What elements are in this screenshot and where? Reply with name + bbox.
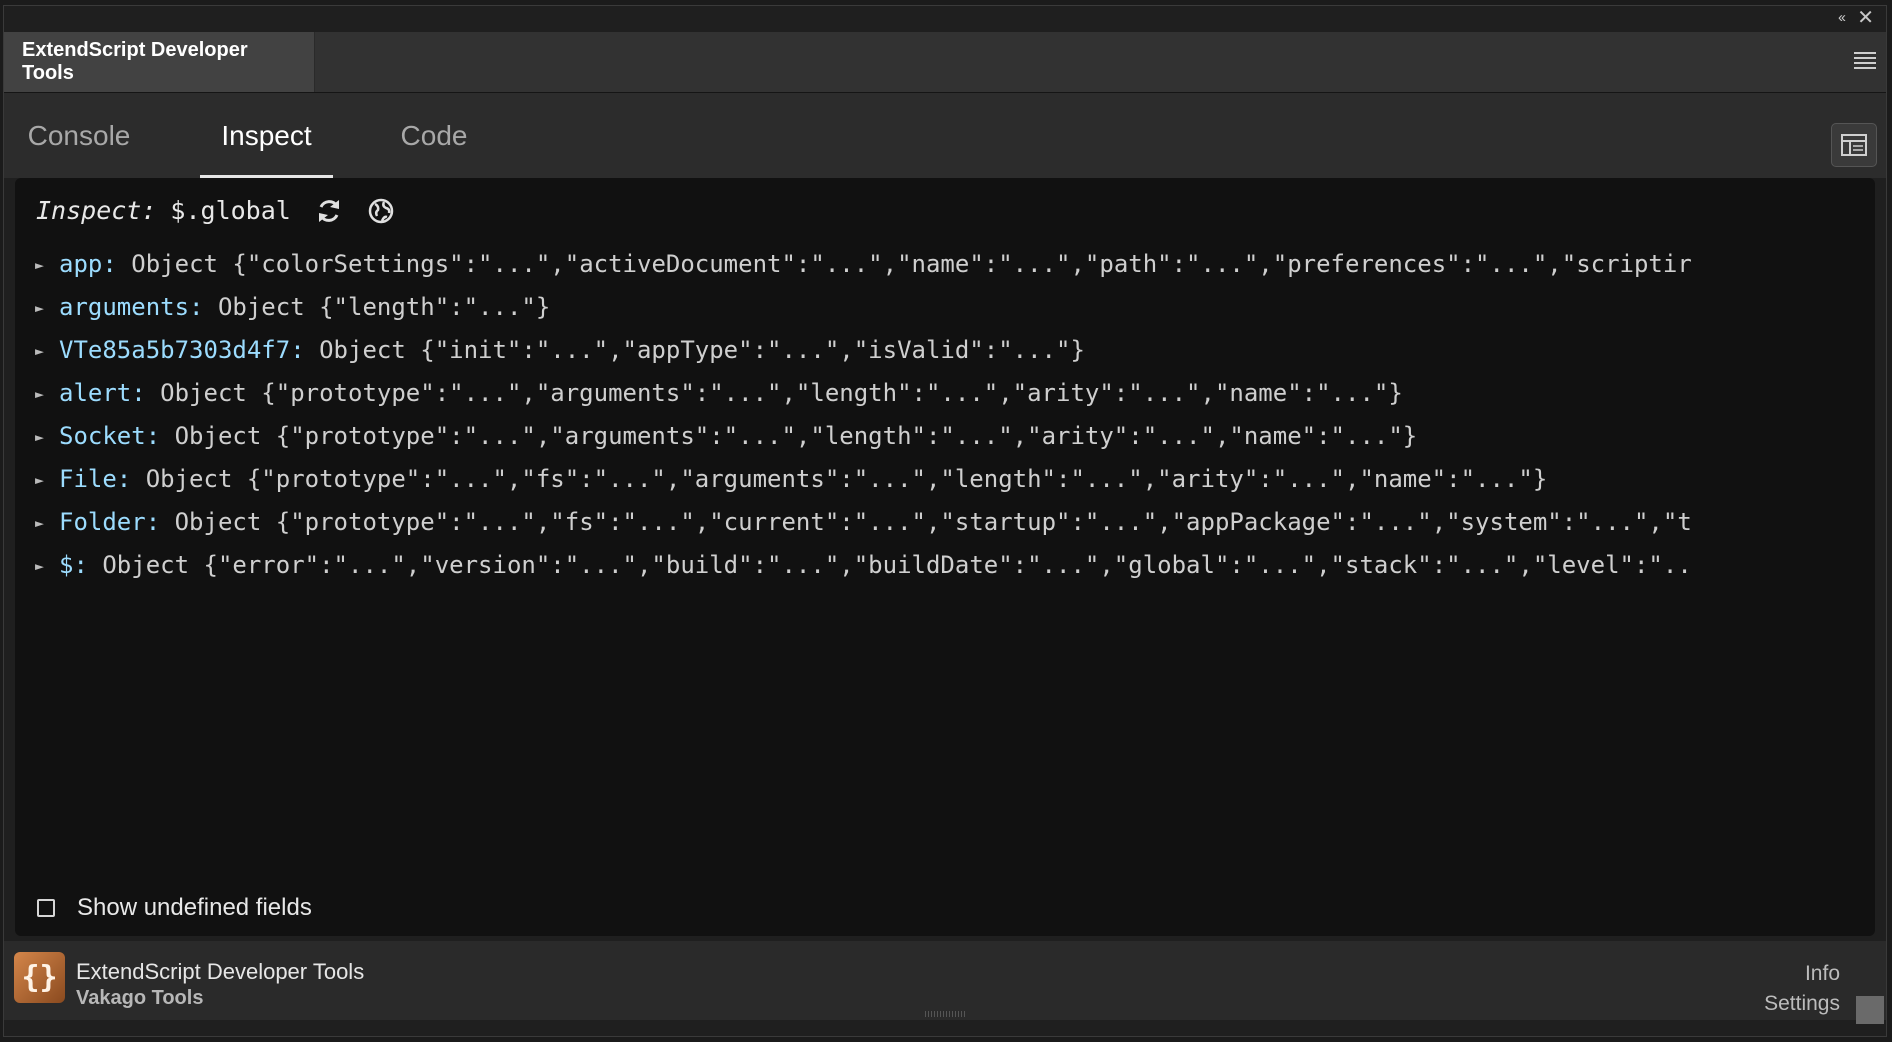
tree-value: Object {"prototype":"...","arguments":".…: [174, 422, 1418, 450]
tree-key: $: [59, 551, 74, 579]
tree-row-alert[interactable]: ► alert: Object {"prototype":"...","argum…: [35, 372, 1815, 415]
tree-key: Socket: [59, 422, 146, 450]
show-undefined-checkbox[interactable]: [37, 899, 55, 917]
close-panel-button[interactable]: ✕: [1857, 8, 1874, 28]
tree-value: Object {"length":"..."}: [217, 293, 551, 321]
inspect-target: $.global: [170, 196, 291, 225]
footer: {} ExtendScript Developer Tools Vakago T…: [4, 941, 1886, 1024]
tree-value: Object {"prototype":"...","arguments":".…: [160, 379, 1403, 407]
tab-code[interactable]: Code: [389, 93, 479, 178]
tree-row-folder[interactable]: ► Folder: Object {"prototype":"...","fs":…: [35, 501, 1815, 544]
inspect-panel: Inspect: $.global ► app: Object {"colorSe…: [15, 178, 1875, 936]
tree-key: VTe85a5b7303d4f7: [59, 336, 291, 364]
layout-toggle-button[interactable]: [1831, 123, 1877, 167]
expand-arrow-icon[interactable]: ►: [35, 244, 59, 287]
expand-arrow-icon[interactable]: ►: [35, 330, 59, 373]
tab-inspect[interactable]: Inspect: [200, 93, 333, 178]
scroll-corner: [1856, 996, 1884, 1024]
show-undefined-option[interactable]: Show undefined fields: [37, 894, 312, 922]
inspect-header: Inspect: $.global: [36, 196, 395, 225]
show-undefined-label: Show undefined fields: [77, 894, 312, 921]
tree-key: File: [59, 465, 117, 493]
tree-row-socket[interactable]: ► Socket: Object {"prototype":"...","argu…: [35, 415, 1815, 458]
tree-row-file[interactable]: ► File: Object {"prototype":"...","fs":".…: [35, 458, 1815, 501]
tab-bar: Console Inspect Code: [4, 93, 1886, 178]
tree-key: alert: [59, 379, 132, 407]
panel-title-tab[interactable]: ExtendScript Developer Tools: [4, 32, 315, 92]
panel-menu-icon[interactable]: [1854, 52, 1876, 72]
tree-value: Object {"colorSettings":"...","activeDoc…: [131, 250, 1692, 278]
layout-icon: [1841, 134, 1867, 156]
tree-row-app[interactable]: ► app: Object {"colorSettings":"...","act…: [35, 243, 1815, 286]
tree-value: Object {"init":"...","appType":"...","is…: [319, 336, 1085, 364]
object-tree: ► app: Object {"colorSettings":"...","act…: [35, 243, 1815, 587]
panel-title: ExtendScript Developer Tools: [22, 39, 248, 84]
tree-value: Object {"error":"...","version":"...","b…: [102, 551, 1692, 579]
vakago-logo-icon: {}: [14, 952, 65, 1003]
tree-value: Object {"prototype":"...","fs":"...","ar…: [145, 465, 1548, 493]
expand-arrow-icon[interactable]: ►: [35, 545, 59, 588]
window-top-strip: ‹‹ ✕: [4, 6, 1886, 32]
tree-row-arguments[interactable]: ► arguments: Object {"length":"..."}: [35, 286, 1815, 329]
tree-key: Folder: [59, 508, 146, 536]
product-name: ExtendScript Developer Tools: [76, 959, 365, 984]
vendor-name: Vakago Tools: [76, 987, 204, 1009]
tree-key: app: [59, 250, 103, 278]
expand-arrow-icon[interactable]: ►: [35, 502, 59, 545]
expand-arrow-icon[interactable]: ►: [35, 373, 59, 416]
tab-console[interactable]: Console: [19, 93, 139, 178]
expand-arrow-icon[interactable]: ►: [35, 287, 59, 330]
footer-links: Info Settings: [1764, 959, 1840, 1019]
tree-row-vte85a5b7303d4f7[interactable]: ► VTe85a5b7303d4f7: Object {"init":"...",…: [35, 329, 1815, 372]
expand-arrow-icon[interactable]: ►: [35, 416, 59, 459]
resize-grip-icon[interactable]: [925, 1011, 965, 1017]
collapse-panel-button[interactable]: ‹‹: [1838, 8, 1846, 28]
settings-link[interactable]: Settings: [1764, 989, 1840, 1019]
extension-window: ‹‹ ✕ ExtendScript Developer Tools Consol…: [3, 5, 1887, 1037]
expand-arrow-icon[interactable]: ►: [35, 459, 59, 502]
info-link[interactable]: Info: [1764, 959, 1840, 989]
panel-header: ExtendScript Developer Tools: [4, 32, 1886, 93]
inspect-label: Inspect:: [36, 196, 157, 225]
refresh-icon[interactable]: [315, 197, 343, 225]
tree-value: Object {"prototype":"...","fs":"...","cu…: [174, 508, 1692, 536]
globe-icon[interactable]: [367, 197, 395, 225]
tree-key: arguments: [59, 293, 190, 321]
brand-block: ExtendScript Developer Tools Vakago Tool…: [76, 959, 364, 1011]
tree-row-dollar[interactable]: ► $: Object {"error":"...","version":"...…: [35, 544, 1815, 587]
